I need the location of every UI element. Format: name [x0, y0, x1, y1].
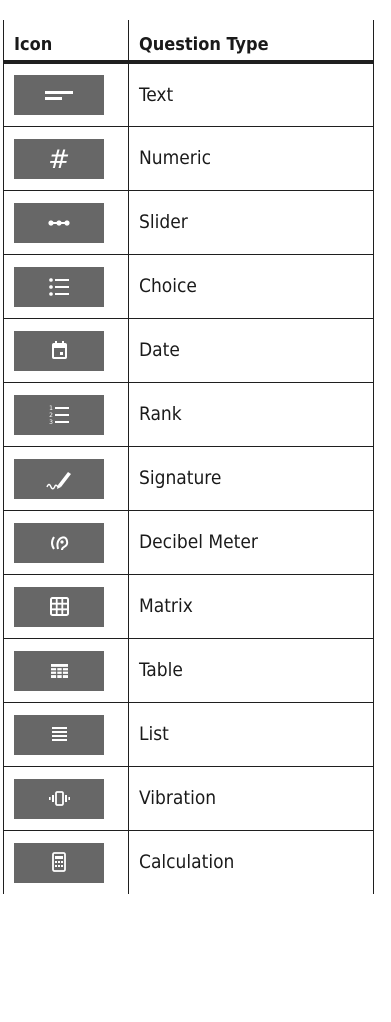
signature-pen-icon: [14, 458, 104, 499]
text-lines-icon: [14, 75, 104, 116]
icon-cell: [3, 701, 129, 767]
table-row: # Numeric: [3, 125, 374, 191]
icon-cell: [3, 573, 129, 639]
table-icon: [14, 650, 104, 691]
svg-text:#: #: [48, 145, 70, 174]
table-row: Date: [3, 317, 374, 383]
grid-3x3-icon: [14, 586, 104, 627]
table-row: Text: [3, 61, 374, 127]
svg-text:3: 3: [49, 419, 53, 426]
icon-cell: [3, 637, 129, 703]
table-row: Vibration: [3, 765, 374, 831]
question-type-label: Slider: [128, 189, 374, 255]
icon-cell: [3, 765, 129, 831]
icon-cell: 123: [3, 381, 129, 447]
table-row: Choice: [3, 253, 374, 319]
question-type-label: Matrix: [128, 573, 374, 639]
calculator-icon: [14, 842, 104, 883]
icon-cell: [3, 317, 129, 383]
calendar-icon: [14, 330, 104, 371]
svg-text:1: 1: [49, 405, 53, 412]
icon-column-header: Icon: [3, 20, 129, 64]
icon-cell: [3, 509, 129, 575]
question-type-label: Rank: [128, 381, 374, 447]
table-row: 123 Rank: [3, 381, 374, 447]
ear-icon: [14, 522, 104, 563]
table-row: List: [3, 701, 374, 767]
table-row: Slider: [3, 189, 374, 255]
question-type-label: Numeric: [128, 125, 374, 191]
question-type-label: Signature: [128, 445, 374, 511]
question-type-label: List: [128, 701, 374, 767]
question-type-label: Table: [128, 637, 374, 703]
bulleted-list-icon: [14, 266, 104, 307]
icon-cell: [3, 189, 129, 255]
hash-icon: #: [14, 138, 104, 179]
table-row: Decibel Meter: [3, 509, 374, 575]
icon-cell: [3, 829, 129, 894]
question-type-label: Decibel Meter: [128, 509, 374, 575]
table-row: Calculation: [3, 829, 374, 894]
table-row: Table: [3, 637, 374, 703]
question-type-label: Date: [128, 317, 374, 383]
numbered-list-icon: 123: [14, 394, 104, 435]
slider-dots-icon: [14, 202, 104, 243]
question-type-label: Choice: [128, 253, 374, 319]
icon-cell: [3, 253, 129, 319]
list-lines-icon: [14, 714, 104, 755]
icon-cell: [3, 61, 129, 127]
table-row: Signature: [3, 445, 374, 511]
vibration-icon: [14, 778, 104, 819]
question-type-label: Text: [128, 61, 374, 127]
icon-cell: #: [3, 125, 129, 191]
question-type-label: Vibration: [128, 765, 374, 831]
table-row: Matrix: [3, 573, 374, 639]
icon-cell: [3, 445, 129, 511]
svg-text:2: 2: [49, 412, 53, 419]
question-type-column-header: Question Type: [128, 20, 374, 64]
header-row: Icon Question Type: [3, 20, 374, 64]
question-types-table: Icon Question Type Text # Numeric Slider…: [3, 20, 374, 894]
question-type-label: Calculation: [128, 829, 374, 894]
